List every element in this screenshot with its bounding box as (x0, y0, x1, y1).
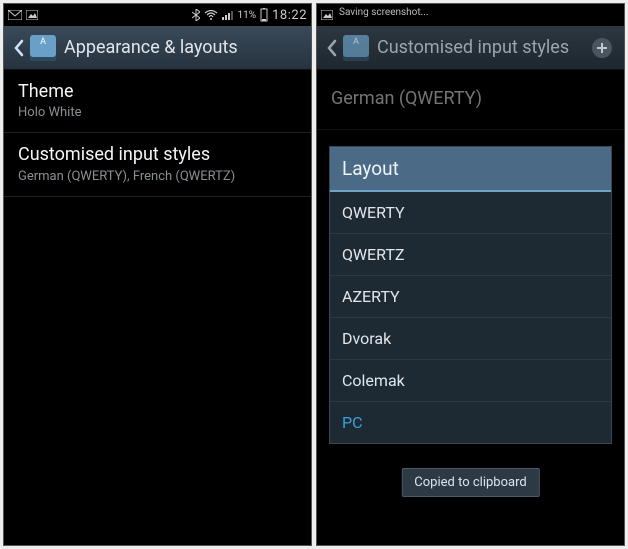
action-bar: Appearance & layouts (4, 26, 311, 70)
settings-item-subtitle: Holo White (18, 105, 297, 120)
wifi-icon (204, 10, 218, 20)
status-bar: 11% 18:22 (4, 4, 311, 26)
dialog-option-qwerty[interactable]: QWERTY (330, 192, 611, 234)
dialog-option-dvorak[interactable]: Dvorak (330, 318, 611, 360)
battery-percent: 11% (238, 10, 257, 21)
dialog-option-pc[interactable]: PC (330, 402, 611, 443)
phone-left: 11% 18:22 Appearance & layouts Theme Hol… (3, 3, 312, 546)
dialog-title: Layout (330, 147, 611, 192)
dialog-option-qwertz[interactable]: QWERTZ (330, 234, 611, 276)
action-bar-title: Appearance & layouts (64, 37, 311, 58)
action-bar: Customised input styles (317, 26, 624, 70)
settings-item-subtitle: German (QWERTY), French (QWERTZ) (18, 169, 297, 184)
keyboard-app-icon (30, 35, 56, 61)
picture-icon (26, 10, 38, 20)
signal-icon (222, 10, 234, 20)
status-bar: Saving screenshot... (317, 4, 624, 26)
battery-icon (260, 8, 268, 22)
settings-item-title: Theme (18, 80, 297, 103)
layout-dialog: Layout QWERTY QWERTZ AZERTY Dvorak Colem… (329, 146, 612, 444)
settings-list: Theme Holo White Customised input styles… (4, 70, 311, 197)
settings-item-title: Customised input styles (18, 143, 297, 166)
bluetooth-icon (192, 9, 200, 21)
saving-screenshot-text: Saving screenshot... (339, 7, 429, 18)
dialog-option-azerty[interactable]: AZERTY (330, 276, 611, 318)
clock: 18:22 (272, 8, 307, 23)
settings-item-theme[interactable]: Theme Holo White (4, 70, 311, 133)
add-button[interactable] (580, 26, 624, 70)
picture-icon (321, 10, 333, 20)
settings-item-customised-input-styles[interactable]: Customised input styles German (QWERTY),… (4, 133, 311, 196)
back-button[interactable] (8, 26, 30, 70)
phone-right: Saving screenshot... Customised input st… (316, 3, 625, 546)
back-button[interactable] (321, 26, 343, 70)
dialog-option-colemak[interactable]: Colemak (330, 360, 611, 402)
mail-icon (8, 10, 22, 20)
keyboard-app-icon (343, 35, 369, 61)
action-bar-title: Customised input styles (377, 37, 580, 58)
toast-copied: Copied to clipboard (401, 468, 539, 497)
